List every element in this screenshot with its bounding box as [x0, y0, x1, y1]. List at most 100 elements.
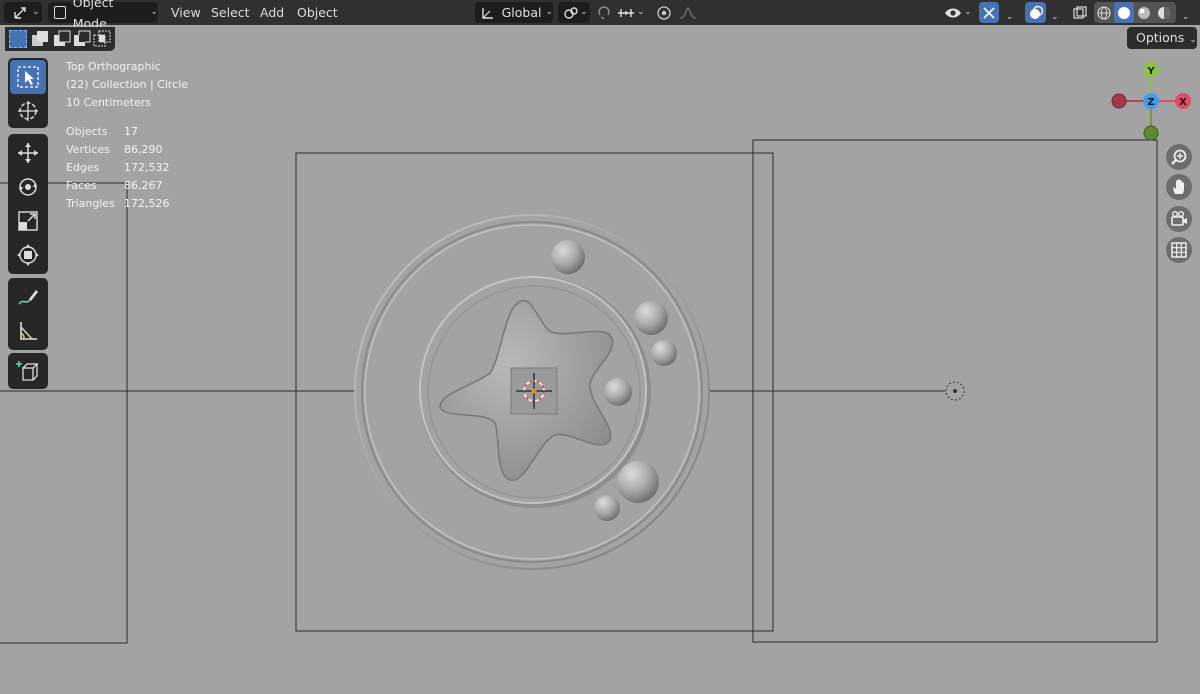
toolbar-select-group: [8, 58, 48, 128]
sphere-5: [617, 461, 659, 503]
eye-icon: [945, 8, 961, 17]
shading-modes: [1094, 2, 1176, 23]
material-sphere-icon: [1138, 6, 1150, 19]
scale-label: 10 Centimeters: [66, 96, 152, 109]
orientation-icon: [482, 7, 493, 19]
tool-scale[interactable]: [10, 204, 46, 238]
stat-faces: Faces 86,267: [66, 177, 163, 195]
stat-label: Triangles: [66, 197, 115, 210]
orientation-label: Global: [501, 5, 542, 20]
object-mode-icon: [54, 6, 66, 19]
stat-triangles: Triangles 172,526: [66, 195, 170, 213]
overlay-dropdown[interactable]: ⌄: [1049, 4, 1059, 25]
viewport-scene[interactable]: [0, 25, 1200, 694]
stat-value: 86,267: [124, 179, 163, 192]
collection-label: (22) Collection | Circle: [66, 78, 189, 91]
rotate-icon: [19, 178, 37, 196]
gizmo-dropdown[interactable]: ⌄: [1004, 4, 1014, 25]
gizmo-y-label: Y: [1146, 66, 1155, 77]
move-icon: [18, 143, 38, 163]
add-cube-icon: [16, 361, 39, 381]
overlay-toggle[interactable]: [1025, 2, 1046, 23]
tool-select-box[interactable]: [10, 60, 46, 94]
stat-value: 172,532: [124, 161, 170, 174]
wireframe-sphere-icon: [1097, 5, 1111, 20]
solid-sphere-icon: [1118, 6, 1130, 19]
gizmo-neg-y-handle[interactable]: [1143, 125, 1159, 141]
toolbar-add-group: [8, 353, 48, 389]
zoom-icon: [1171, 149, 1187, 165]
tool-move[interactable]: [10, 136, 46, 170]
stat-value: 17: [124, 125, 138, 138]
menu-view[interactable]: View: [171, 2, 201, 23]
shading-rendered[interactable]: [1154, 2, 1174, 23]
transform-icon: [17, 244, 39, 266]
cursor-icon: [18, 101, 38, 121]
scale-icon: [18, 211, 38, 231]
xray-toggle[interactable]: [1070, 2, 1090, 23]
shading-solid[interactable]: [1114, 2, 1134, 23]
stat-label: Vertices: [66, 143, 110, 156]
stat-objects: Objects 17: [66, 123, 138, 141]
menu-select[interactable]: Select: [211, 2, 250, 23]
viewport-header: ⌄ Object Mode ⌄ View Select Add Object G…: [0, 0, 1200, 31]
grid-icon: [1171, 242, 1187, 258]
annotate-icon: [18, 290, 38, 305]
stat-label: Objects: [66, 125, 108, 138]
stat-label: Edges: [66, 161, 100, 174]
mode-dropdown[interactable]: Object Mode ⌄: [48, 0, 158, 31]
stat-vertices: Vertices 86,290: [66, 141, 163, 159]
editor-type-dropdown[interactable]: ⌄: [4, 2, 42, 23]
gizmo-x-label: X: [1179, 97, 1187, 108]
menu-object[interactable]: Object: [297, 2, 338, 23]
overlay-icon: [1029, 5, 1043, 19]
gizmo-icon: [983, 6, 995, 19]
snap-icon: [598, 5, 610, 20]
zoom-button[interactable]: [1166, 144, 1192, 170]
measure-icon: [20, 322, 37, 340]
tool-cursor[interactable]: [10, 94, 46, 128]
stat-edges: Edges 172,532: [66, 159, 170, 177]
pan-button[interactable]: [1166, 174, 1192, 200]
visibility-dropdown[interactable]: ⌄: [942, 2, 974, 23]
ortho-toggle-button[interactable]: [1166, 237, 1192, 263]
stat-value: 172,526: [124, 197, 170, 210]
pivot-dropdown[interactable]: ⌄: [558, 2, 590, 23]
gizmo-z-label: Z: [1147, 97, 1154, 108]
shading-dropdown[interactable]: ⌄: [1180, 4, 1190, 25]
toolbar-transform-group: [8, 134, 48, 274]
proportional-edit-group[interactable]: [652, 2, 704, 23]
gizmo-toggle[interactable]: [979, 2, 999, 23]
camera-icon: [1171, 211, 1187, 226]
tool-add-cube[interactable]: [10, 354, 46, 388]
sphere-3: [651, 340, 677, 366]
stat-label: Faces: [66, 179, 97, 192]
view-name: Top Orthographic: [66, 60, 161, 73]
menu-add[interactable]: Add: [260, 2, 284, 23]
light-object-icon: [945, 381, 965, 401]
navigation-gizmo[interactable]: Y X Z: [1105, 58, 1195, 142]
transform-orientation-dropdown[interactable]: Global ⌄: [475, 2, 553, 23]
snap-group[interactable]: ⌄: [594, 2, 648, 23]
shading-material[interactable]: [1134, 2, 1154, 23]
rendered-sphere-icon: [1158, 6, 1170, 19]
falloff-icon: [679, 6, 697, 19]
tool-transform[interactable]: [10, 238, 46, 272]
camera-view-button[interactable]: [1166, 206, 1192, 232]
sphere-1: [551, 240, 585, 274]
tool-rotate[interactable]: [10, 170, 46, 204]
pan-hand-icon: [1173, 179, 1184, 194]
proportional-edit-icon: [657, 5, 671, 20]
sphere-6: [594, 495, 620, 521]
stat-value: 86,290: [124, 143, 163, 156]
tool-annotate[interactable]: [10, 280, 46, 314]
transform-gizmo-icon: [14, 6, 26, 19]
sphere-4: [604, 378, 632, 406]
snap-target-icon: [618, 8, 634, 17]
xray-icon: [1073, 5, 1087, 19]
tool-measure[interactable]: [10, 314, 46, 348]
select-box-icon: [17, 66, 39, 88]
shading-wireframe[interactable]: [1094, 2, 1114, 23]
toolbar-annotate-group: [8, 278, 48, 350]
gizmo-neg-x-handle[interactable]: [1111, 93, 1127, 109]
